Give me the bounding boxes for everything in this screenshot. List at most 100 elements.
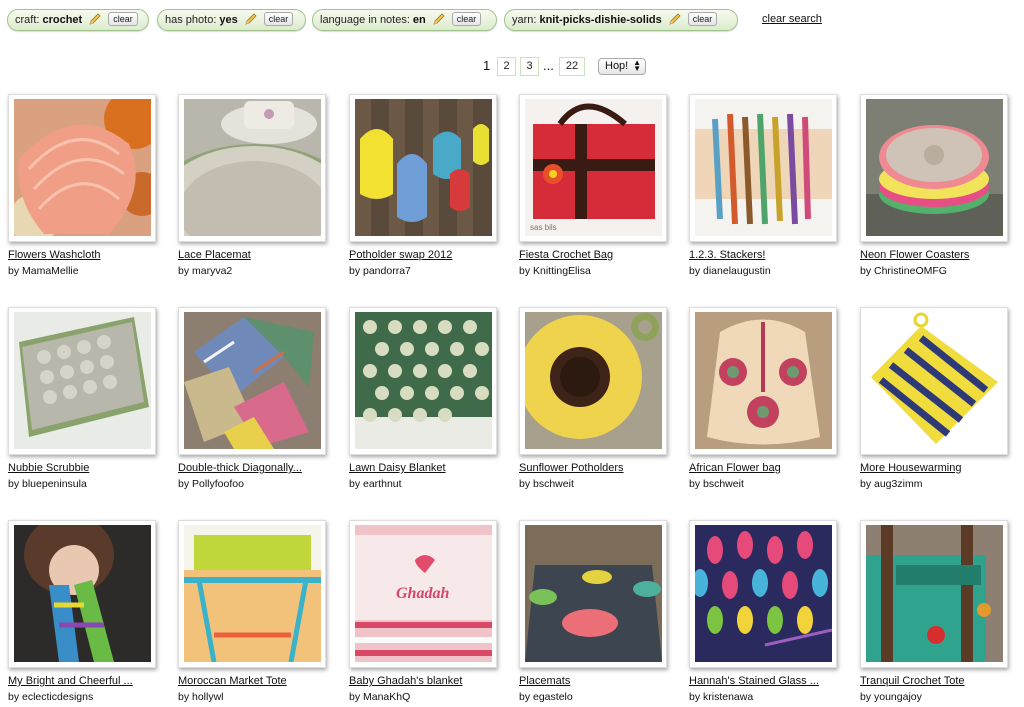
pattern-author: by egastelo bbox=[519, 691, 573, 703]
pattern-author: by aug3zimm bbox=[860, 478, 923, 490]
photo-watermark: sas bils bbox=[530, 223, 557, 232]
page-link-2[interactable]: 2 bbox=[497, 57, 516, 76]
filter-value: yes bbox=[219, 14, 238, 26]
pattern-title-link[interactable]: 1.2.3. Stackers! bbox=[689, 249, 765, 261]
pattern-photo bbox=[525, 525, 662, 662]
filter-chip-yarn: yarn: knit-picks-dishie-solids clear bbox=[504, 9, 738, 31]
pattern-photo bbox=[355, 99, 492, 236]
pattern-author: by ChristineOMFG bbox=[860, 265, 947, 277]
pattern-title-link[interactable]: Neon Flower Coasters bbox=[860, 249, 969, 261]
pattern-title-link[interactable]: More Housewarming bbox=[860, 462, 961, 474]
hop-select[interactable]: Hop! ▲ ▼ bbox=[598, 58, 646, 75]
pattern-photo bbox=[695, 99, 832, 236]
filter-chip-language: language in notes: en clear bbox=[312, 9, 497, 31]
select-arrows-icon: ▲ ▼ bbox=[633, 58, 641, 73]
pattern-title-link[interactable]: Baby Ghadah's blanket bbox=[349, 675, 462, 687]
filter-key: yarn: bbox=[512, 14, 537, 26]
pattern-thumbnail[interactable] bbox=[8, 307, 156, 455]
pattern-photo bbox=[525, 99, 662, 236]
pattern-thumbnail[interactable] bbox=[8, 94, 156, 242]
pencil-icon[interactable] bbox=[432, 12, 446, 26]
pencil-icon[interactable] bbox=[244, 12, 258, 26]
pattern-author: by MamaMellie bbox=[8, 265, 79, 277]
filter-chip-has-photo: has photo: yes clear bbox=[157, 9, 306, 31]
pattern-title-link[interactable]: Moroccan Market Tote bbox=[178, 675, 287, 687]
pattern-author: by KnittingElisa bbox=[519, 265, 591, 277]
pattern-thumbnail[interactable] bbox=[860, 520, 1008, 668]
pattern-photo bbox=[184, 99, 321, 236]
pattern-photo bbox=[14, 312, 151, 449]
pattern-title-link[interactable]: Tranquil Crochet Tote bbox=[860, 675, 965, 687]
pattern-thumbnail[interactable] bbox=[178, 307, 326, 455]
pattern-title-link[interactable]: Hannah's Stained Glass ... bbox=[689, 675, 819, 687]
pattern-title-link[interactable]: Potholder swap 2012 bbox=[349, 249, 452, 261]
photo-embroidered-name: Ghadah bbox=[396, 585, 450, 602]
pattern-photo bbox=[184, 525, 321, 662]
clear-button[interactable]: clear bbox=[687, 12, 718, 26]
pattern-author: by bschweit bbox=[689, 478, 744, 490]
pattern-photo bbox=[525, 312, 662, 449]
pattern-title-link[interactable]: My Bright and Cheerful ... bbox=[8, 675, 133, 687]
pattern-photo bbox=[14, 99, 151, 236]
pattern-author: by bschweit bbox=[519, 478, 574, 490]
page-current: 1 bbox=[483, 58, 491, 73]
page-link-3[interactable]: 3 bbox=[520, 57, 539, 76]
pattern-title-link[interactable]: Placemats bbox=[519, 675, 570, 687]
filter-key: language in notes: bbox=[320, 14, 410, 26]
pattern-thumbnail[interactable] bbox=[860, 94, 1008, 242]
page-ellipsis: ... bbox=[543, 58, 554, 73]
pattern-author: by pandorra7 bbox=[349, 265, 411, 277]
filter-key: has photo: bbox=[165, 14, 217, 26]
page-link-last[interactable]: 22 bbox=[559, 57, 585, 76]
pattern-title-link[interactable]: Lace Placemat bbox=[178, 249, 251, 261]
pattern-thumbnail[interactable]: sas bils bbox=[519, 94, 667, 242]
pattern-thumbnail[interactable] bbox=[689, 520, 837, 668]
clear-button[interactable]: clear bbox=[108, 12, 138, 26]
pattern-author: by dianelaugustin bbox=[689, 265, 771, 277]
pattern-author: by eclecticdesigns bbox=[8, 691, 94, 703]
filter-value: knit-picks-dishie-solids bbox=[539, 14, 662, 26]
filter-value: en bbox=[412, 14, 426, 26]
pattern-thumbnail[interactable] bbox=[8, 520, 156, 668]
pattern-author: by Pollyfoofoo bbox=[178, 478, 244, 490]
pattern-title-link[interactable]: Flowers Washcloth bbox=[8, 249, 101, 261]
pattern-thumbnail[interactable] bbox=[689, 94, 837, 242]
pattern-author: by hollywl bbox=[178, 691, 224, 703]
pattern-thumbnail[interactable] bbox=[349, 307, 497, 455]
clear-search-link[interactable]: clear search bbox=[762, 13, 822, 25]
pattern-author: by maryva2 bbox=[178, 265, 233, 277]
pattern-photo bbox=[695, 525, 832, 662]
filter-value: crochet bbox=[42, 14, 83, 26]
pattern-title-link[interactable]: Sunflower Potholders bbox=[519, 462, 624, 474]
filter-key: craft: bbox=[15, 14, 40, 26]
pattern-author: by youngajoy bbox=[860, 691, 922, 703]
pattern-author: by bluepeninsula bbox=[8, 478, 87, 490]
pattern-thumbnail[interactable]: Ghadah bbox=[349, 520, 497, 668]
pattern-title-link[interactable]: Fiesta Crochet Bag bbox=[519, 249, 613, 261]
pattern-author: by earthnut bbox=[349, 478, 402, 490]
pattern-title-link[interactable]: Double-thick Diagonally... bbox=[178, 462, 302, 474]
pattern-title-link[interactable]: African Flower bag bbox=[689, 462, 781, 474]
clear-button[interactable]: clear bbox=[451, 12, 482, 26]
filter-chip-craft: craft: crochet clear bbox=[7, 9, 149, 31]
pattern-title-link[interactable]: Nubbie Scrubbie bbox=[8, 462, 89, 474]
pattern-photo bbox=[695, 312, 832, 449]
pattern-photo bbox=[866, 525, 1003, 662]
pattern-thumbnail[interactable] bbox=[860, 307, 1008, 455]
pattern-photo bbox=[184, 312, 321, 449]
pattern-thumbnail[interactable] bbox=[178, 520, 326, 668]
pattern-thumbnail[interactable] bbox=[349, 94, 497, 242]
pattern-thumbnail[interactable] bbox=[178, 94, 326, 242]
pattern-title-link[interactable]: Lawn Daisy Blanket bbox=[349, 462, 446, 474]
clear-button[interactable]: clear bbox=[263, 12, 294, 26]
pattern-thumbnail[interactable] bbox=[689, 307, 837, 455]
pattern-thumbnail[interactable] bbox=[519, 307, 667, 455]
pattern-author: by ManaKhQ bbox=[349, 691, 411, 703]
filter-bar: craft: crochet clear has photo: yes clear la… bbox=[7, 9, 1017, 33]
pattern-photo bbox=[355, 312, 492, 449]
pencil-icon[interactable] bbox=[668, 12, 682, 26]
pencil-icon[interactable] bbox=[88, 12, 102, 26]
pattern-photo bbox=[866, 99, 1003, 236]
pattern-photo bbox=[866, 312, 1003, 449]
pattern-thumbnail[interactable] bbox=[519, 520, 667, 668]
